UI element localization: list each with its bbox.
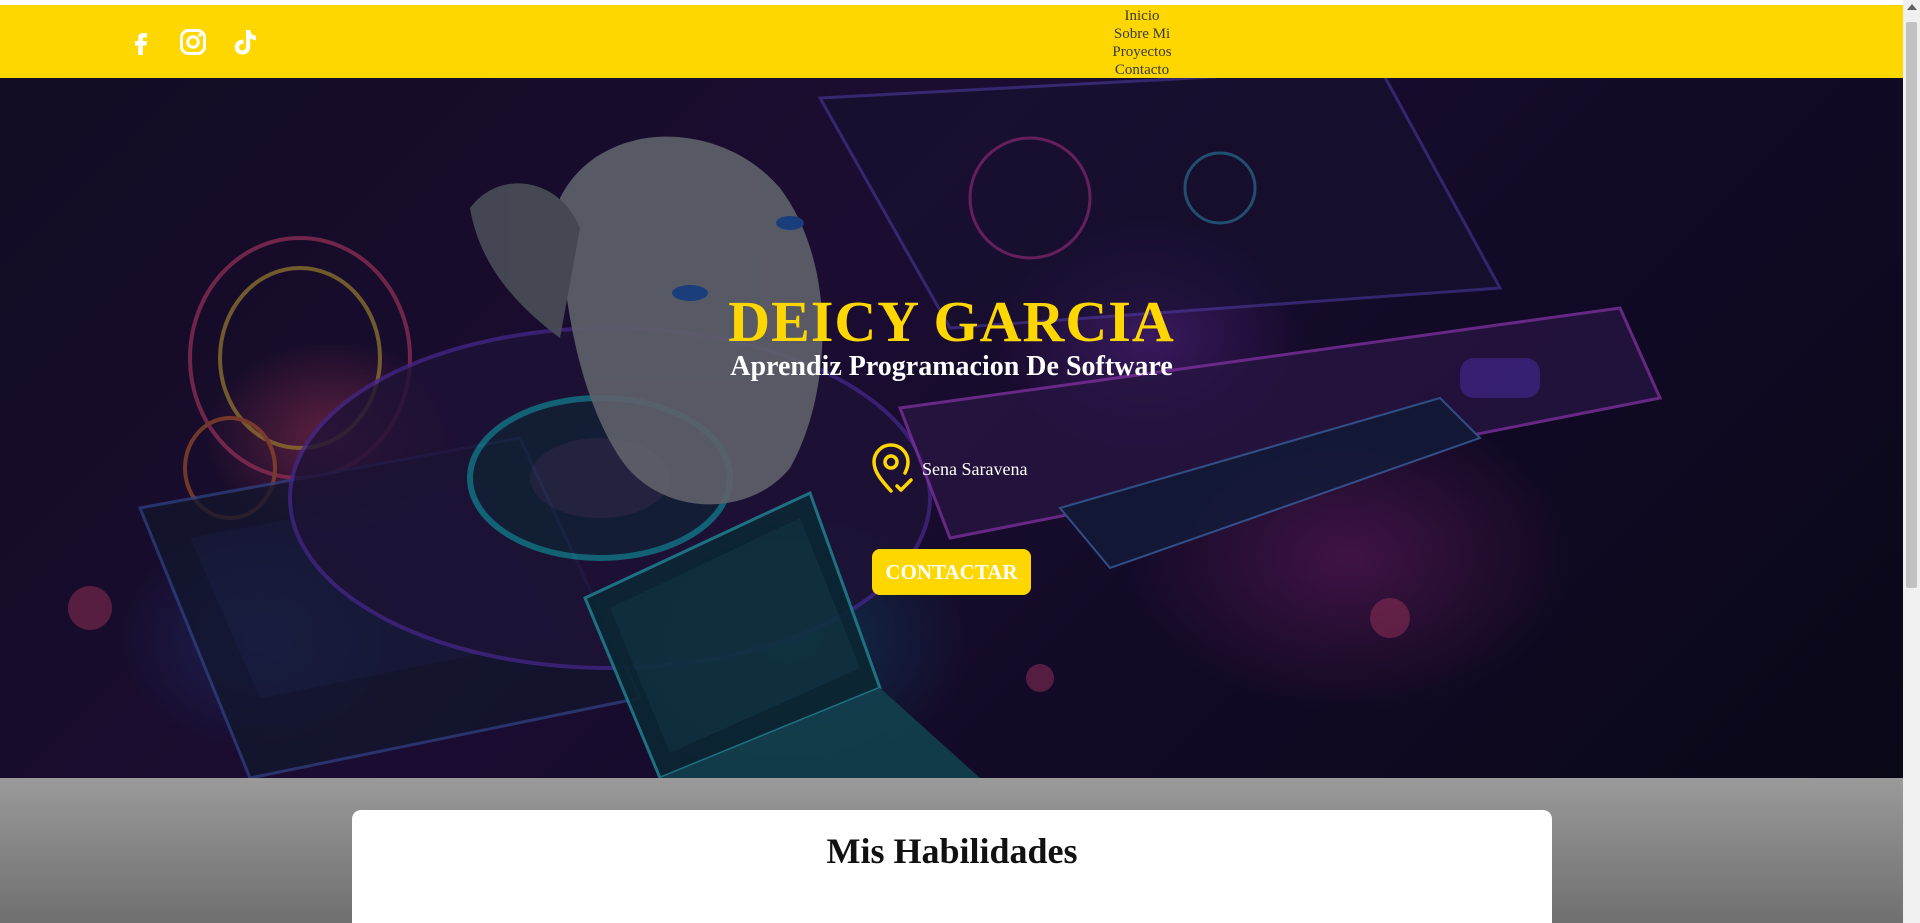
location-label: Sena Saravena xyxy=(922,458,1028,479)
vertical-scrollbar[interactable] xyxy=(1903,0,1920,923)
hero-name: DEICY GARCIA xyxy=(728,289,1175,354)
location-pin-icon xyxy=(872,443,913,493)
instagram-icon xyxy=(180,29,206,55)
nav-inicio[interactable]: Inicio xyxy=(1125,7,1160,25)
tiktok-icon xyxy=(234,30,256,55)
nav-sobre-mi[interactable]: Sobre Mi xyxy=(1114,25,1170,43)
scroll-thumb[interactable] xyxy=(1906,22,1917,588)
tiktok-link[interactable] xyxy=(230,27,260,57)
main-nav: Inicio Sobre Mi Proyectos Contacto xyxy=(1080,7,1204,79)
site-header: Inicio Sobre Mi Proyectos Contacto xyxy=(0,5,1903,78)
skills-card: Mis Habilidades xyxy=(352,810,1552,923)
scroll-up-arrow-icon[interactable] xyxy=(1907,4,1917,10)
hero-overlay xyxy=(0,78,1903,778)
contact-button[interactable]: CONTACTAR xyxy=(872,549,1031,595)
social-links xyxy=(126,27,260,57)
nav-contacto[interactable]: Contacto xyxy=(1115,61,1169,79)
skills-title: Mis Habilidades xyxy=(826,831,1078,871)
instagram-link[interactable] xyxy=(178,27,208,57)
hero-section: DEICY GARCIA Aprendiz Programacion De So… xyxy=(0,78,1903,778)
nav-proyectos[interactable]: Proyectos xyxy=(1112,43,1171,61)
facebook-link[interactable] xyxy=(126,27,156,57)
page: Inicio Sobre Mi Proyectos Contacto DEICY… xyxy=(0,0,1920,923)
location: Sena Saravena xyxy=(870,443,1027,495)
hero-subtitle: Aprendiz Programacion De Software xyxy=(730,351,1173,382)
facebook-icon xyxy=(135,33,147,55)
